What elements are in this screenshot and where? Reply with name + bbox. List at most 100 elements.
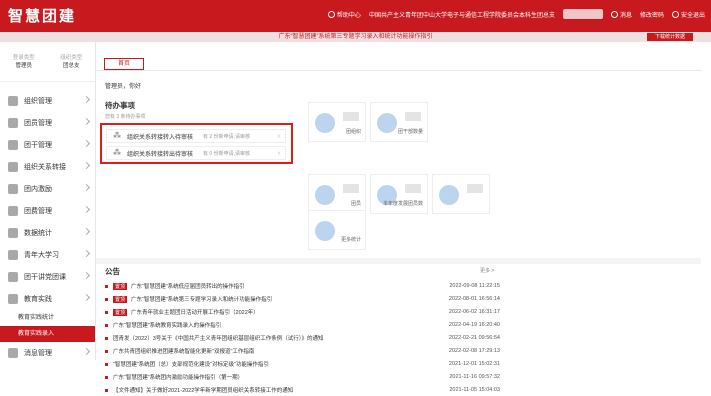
todo-row-transfer-in[interactable]: ⁂ 组织关系转接转入待审核 有 2 份新申请,请审核 › (106, 129, 286, 143)
pinned-badge: 置顶 (113, 295, 128, 303)
todo-title: 待办事项 (105, 101, 135, 110)
chevron-right-icon: › (277, 132, 280, 140)
bullet-icon (105, 349, 108, 353)
bell-icon (610, 10, 618, 18)
role-info: 登录类型 管理员 组织类型 团总支 (0, 42, 95, 82)
award-icon (8, 184, 18, 194)
sidebar-item-statistics[interactable]: 数据统计 (0, 222, 95, 244)
top-bar: 智慧团建 帮助中心 中国共产主义青年团中山大学电子与通信工程学院委员会本科生团总… (0, 0, 711, 32)
transfer-icon (8, 162, 18, 172)
chevron-icon (82, 293, 91, 302)
stat-card-cadres[interactable]: 团干部数量 (370, 102, 428, 142)
announcement-row[interactable]: 广东共青团组织推进团建系统智能化更新"双报道"工作指南 2022-02-08 17… (105, 345, 500, 357)
top-nav: 帮助中心 中国共产主义青年团中山大学电子与通信工程学院委员会本科生团总支 消息 … (327, 9, 705, 19)
cadre-icon (8, 140, 18, 150)
chevron-icon (82, 95, 91, 104)
bullet-icon (105, 284, 108, 288)
banner-text[interactable]: 广东“智慧团建”系统第三专题学习录入和统计功能操作指引 (279, 34, 433, 40)
chart-icon (8, 228, 18, 238)
bank-icon (315, 113, 335, 133)
stat-value (343, 112, 359, 121)
member-icon (8, 118, 18, 128)
announcement-row[interactable]: 团青发〔2022〕3号关于《中国共产主义青年团组织基层组织工作条例（试行）》的通… (105, 332, 500, 344)
notice-banner: 广东“智慧团建”系统第三专题学习录入和统计功能操作指引 下载统计数据 (0, 32, 711, 42)
chevron-icon (82, 347, 91, 356)
todo-highlight-box: ⁂ 组织关系转接转入待审核 有 2 份新申请,请审核 › ⁂ 组织关系转接转出待… (100, 123, 293, 164)
stat-card-extra (432, 174, 490, 214)
bullet-icon (105, 297, 108, 301)
chevron-icon (82, 139, 91, 148)
bullet-icon (105, 336, 108, 340)
sidebar-item-member-management[interactable]: 团员管理 (0, 112, 95, 134)
chevron-icon (82, 183, 91, 192)
announcement-row[interactable]: 置顶 广东青年就业主题团日活动开展工作指引（2022年） 2022-06-02 16… (105, 306, 500, 318)
login-type: 登录类型 管理员 (12, 55, 35, 69)
messages-link[interactable]: 消息 (610, 10, 632, 19)
logout-link[interactable]: 安全退出 (671, 10, 705, 19)
chevron-icon (82, 161, 91, 170)
chevron-icon (82, 249, 91, 258)
change-password-link[interactable]: 修改密码 (640, 10, 664, 19)
message-icon (8, 348, 18, 358)
stat-card-orgs[interactable]: 团组织 (308, 102, 366, 142)
chevron-icon (82, 205, 91, 214)
pinned-badge: 置顶 (113, 282, 128, 290)
stat-value (343, 184, 359, 193)
bullet-icon (105, 310, 108, 314)
announcement-row[interactable]: 广东“智慧团建”系统教育实践录入的操作指引 2022-04-19 16:20:40 (105, 319, 500, 331)
sidebar-item-incentives[interactable]: 团内激励 (0, 178, 95, 200)
sidebar: 登录类型 管理员 组织类型 团总支 组织管理 团员管理 团干管理 组织关系转接 … (0, 42, 96, 360)
sidebar-item-youth-study[interactable]: 青年大学习 (0, 244, 95, 266)
study-icon (8, 250, 18, 260)
stat-card-more[interactable]: 更多统计 (308, 210, 366, 250)
stat-card-members[interactable]: 团员 (308, 174, 366, 214)
chevron-right-icon: › (277, 149, 280, 157)
sidebar-item-relation-transfer[interactable]: 组织关系转接 (0, 156, 95, 178)
stat-card-new-members[interactable]: 本年度发展团员数 (370, 174, 428, 214)
tab-home[interactable]: 首页 (104, 58, 144, 70)
user-avatar (562, 9, 603, 19)
chevron-icon (82, 117, 91, 126)
bullet-icon (105, 375, 108, 379)
org-type: 组织类型 团总支 (60, 55, 83, 69)
practice-icon (8, 294, 18, 304)
greeting: 管理员，你好 (105, 84, 142, 90)
help-icon (327, 10, 335, 18)
announcement-row[interactable]: 【文件通知】关于做好2021-2022学年新学期团员组织关系转接工作的通知 202… (105, 384, 500, 396)
sidebar-item-messages[interactable]: 消息管理 (0, 342, 95, 364)
chart-icon (315, 221, 335, 241)
power-icon (671, 10, 679, 18)
sidebar-item-party-lessons[interactable]: 团干讲党团课 (0, 266, 95, 288)
organization-name: 中国共产主义青年团中山大学电子与通信工程学院委员会本科生团总支 (368, 12, 555, 19)
sidebar-subitem-practice-stats[interactable]: 教育实践统计 (0, 310, 95, 326)
announcement-row[interactable]: 广东“智慧团建”系统团内激励功能操作指引（第一期） 2021-11-16 09:5… (105, 371, 500, 383)
stat-value (405, 112, 421, 121)
main-content: 首页 管理员，你好 待办事项 您有 3 条待办事项 ⁂ 组织关系转接转入待审核 … (96, 42, 711, 394)
sidebar-item-org-management[interactable]: 组织管理 (0, 90, 95, 112)
announcements-title: 公告 (105, 267, 120, 276)
help-center-link[interactable]: 帮助中心 (327, 10, 361, 19)
org-tree-icon: ⁂ (113, 131, 121, 140)
bullet-icon (105, 323, 108, 327)
chevron-icon (82, 271, 91, 280)
cadre-icon (377, 113, 397, 133)
stat-value (467, 184, 483, 193)
org-tree-icon: ⁂ (113, 148, 121, 157)
banner-button[interactable]: 下载统计数据 (647, 33, 693, 41)
stat-value (405, 184, 421, 193)
sidebar-item-education-practice[interactable]: 教育实践 (0, 288, 95, 310)
fee-icon (8, 206, 18, 216)
bullet-icon (105, 362, 108, 366)
announcements-more-link[interactable]: 更多 > (480, 267, 494, 274)
announcement-row[interactable]: 置顶 广东“智慧团建”系统第三专题学习录入和统计功能操作指引 2022-08-01 … (105, 293, 500, 305)
org-icon (8, 96, 18, 106)
sidebar-subitem-practice-entry[interactable]: 教育实践录入 (0, 326, 95, 342)
todo-row-transfer-out[interactable]: ⁂ 组织关系转接转出待审核 有 0 份新申请,请审核 › (106, 146, 286, 160)
announcement-row[interactable]: 置顶 广东“智慧团建”系统低应届团员转出的操作指引 2022-09-08 11:22… (105, 280, 500, 292)
app-logo: 智慧团建 (8, 7, 77, 25)
pinned-badge: 置顶 (113, 308, 128, 316)
sidebar-item-fees[interactable]: 团费管理 (0, 200, 95, 222)
todo-subtitle: 您有 3 条待办事项 (105, 114, 146, 120)
chevron-icon (82, 227, 91, 236)
sidebar-item-cadre-management[interactable]: 团干管理 (0, 134, 95, 156)
